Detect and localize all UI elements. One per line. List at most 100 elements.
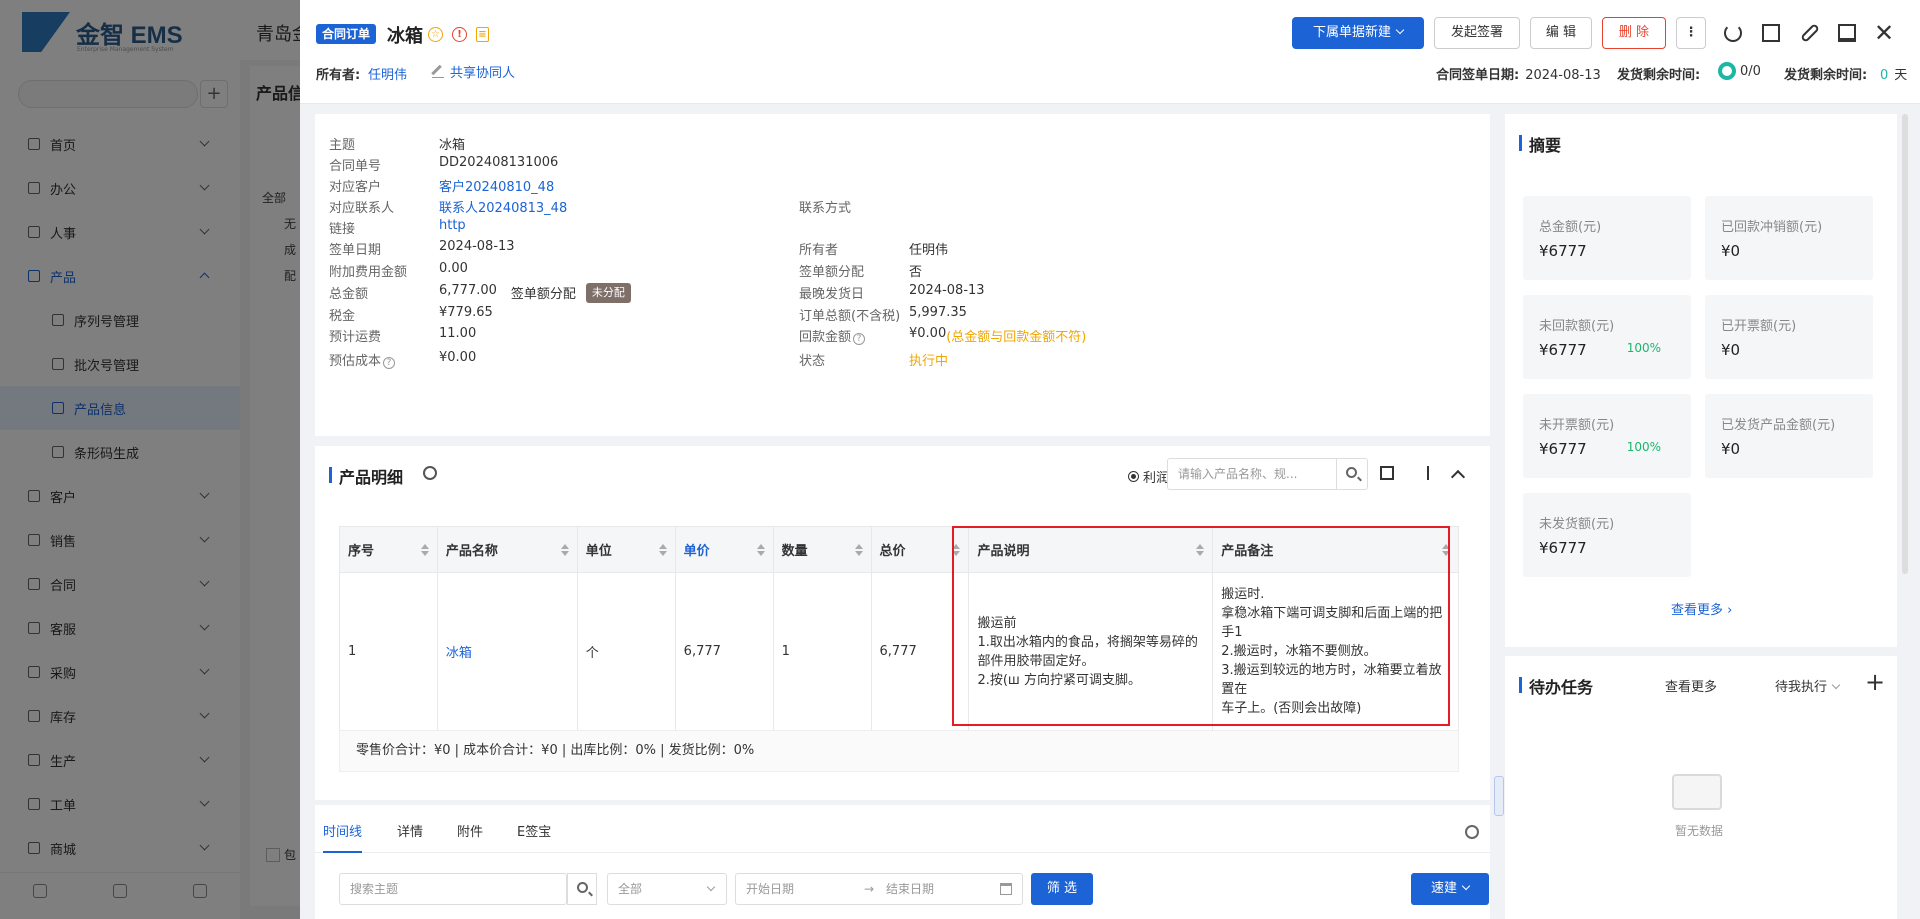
tile-value: ¥0 (1721, 341, 1741, 359)
alert-icon[interactable]: ! (452, 27, 467, 42)
field-label: 最晚发货日 (799, 287, 865, 302)
ship-remaining-days-value: 0天 (1880, 68, 1908, 83)
sort-icon[interactable] (756, 544, 765, 556)
sort-icon[interactable] (560, 544, 569, 556)
todo-filter-select[interactable]: 待我执行 (1775, 676, 1841, 695)
close-icon[interactable]: ✕ (1874, 21, 1894, 45)
scrollbar[interactable] (1902, 114, 1908, 574)
quick-create-button[interactable]: 速建 (1411, 873, 1489, 905)
fullscreen-icon[interactable] (1380, 466, 1394, 480)
sort-icon[interactable] (854, 544, 863, 556)
profit-radio[interactable]: 利润 (1128, 467, 1169, 486)
column-header[interactable]: 产品名称 (436, 526, 578, 573)
date-range-picker[interactable]: 开始日期 → 结束日期 (735, 873, 1023, 905)
gear-icon[interactable] (1465, 825, 1479, 839)
field-label: 链接 (329, 222, 356, 237)
tile-label: 已发货产品金额(元) (1721, 418, 1836, 433)
tile-label: 已开票额(元) (1721, 319, 1797, 334)
field-label: 签单额分配 (799, 265, 865, 280)
info-field: 订单总额(不含税) 5,997.35 (799, 305, 967, 324)
filter-button[interactable]: 筛 选 (1031, 873, 1093, 905)
column-header[interactable]: 单位 (576, 526, 676, 573)
cell-total: 6,777 (870, 572, 970, 731)
field-value: 执行中 (909, 354, 949, 369)
ship-remaining-days-label: 发货剩余时间: (1784, 68, 1868, 83)
column-header[interactable]: 产品备注 (1212, 526, 1459, 573)
info-field: 总金额 6,777.00 签单额分配 未分配 (329, 283, 631, 303)
activity-tab[interactable]: E签宝 (517, 821, 551, 840)
delete-button[interactable]: 删 除 (1602, 17, 1666, 49)
timeline-search-input[interactable]: 搜索主题 (339, 873, 567, 905)
column-header[interactable]: 产品说明 (968, 526, 1214, 573)
timeline-type-select[interactable]: 全部 (607, 873, 727, 905)
summary-tile: 已开票额(元) ¥0 (1705, 295, 1873, 379)
activity-tabs: 时间线 详情 附件 E签宝 (315, 805, 1490, 853)
column-header[interactable]: 总价 (870, 526, 970, 573)
link-icon[interactable] (1800, 23, 1820, 43)
sort-icon[interactable] (952, 544, 961, 556)
side-panel-toggle[interactable] (1494, 776, 1504, 816)
collapse-up-icon[interactable] (1450, 469, 1466, 485)
field-value[interactable]: 客户20240810_48 (439, 176, 554, 195)
info-field: 主题 冰箱 (329, 134, 465, 153)
field-value: 0.00 (439, 261, 468, 276)
owner-value[interactable]: 任明伟 (368, 64, 407, 83)
help-icon[interactable]: ? (853, 333, 866, 345)
share-collaborators-link[interactable]: 共享协同人 (432, 62, 515, 81)
help-icon[interactable]: ? (383, 357, 396, 369)
summary-tile: 总金额(元) ¥6777 (1523, 196, 1691, 280)
info-field: 合同单号 DD202408131006 (329, 155, 558, 174)
follow-icon[interactable]: ☆ (428, 27, 443, 42)
edit-button[interactable]: 编 辑 (1530, 17, 1592, 49)
column-header[interactable]: 序号 (339, 526, 438, 573)
monitor-icon[interactable] (1838, 24, 1856, 42)
activity-tab[interactable]: 详情 (397, 821, 423, 840)
summary-tile: 已回款冲销额(元) ¥0 (1705, 196, 1873, 280)
row-height-icon[interactable] (1427, 466, 1429, 480)
initiate-signing-button[interactable]: 发起签署 (1434, 17, 1520, 49)
summary-card: 摘要 查看更多 › 总金额(元) ¥6777 已回款冲销额(元) ¥0 未回款额(元) ¥… (1505, 114, 1897, 647)
field-label: 所有者 (799, 243, 839, 258)
start-date[interactable]: 开始日期 (746, 874, 794, 904)
field-label: 预计运费 (329, 330, 382, 345)
info-field: 回款金额? ¥0.00 (总金额与回款金额不符) (799, 326, 1086, 345)
activity-tab[interactable]: 时间线 (323, 821, 363, 853)
field-value: 2024-08-13 (909, 283, 985, 298)
tile-percent: 100% (1626, 341, 1661, 355)
product-search-input[interactable]: 请输入产品名称、规... (1167, 458, 1337, 490)
sort-icon[interactable] (658, 544, 667, 556)
fullscreen-icon[interactable] (1762, 24, 1780, 42)
add-task-button[interactable]: + (1865, 668, 1885, 696)
activity-tab[interactable]: 附件 (457, 821, 483, 840)
end-date[interactable]: 结束日期 (886, 874, 934, 904)
cell-unit: 个 (576, 572, 676, 731)
more-options-button[interactable]: ⋮ (1676, 17, 1706, 49)
sort-icon[interactable] (420, 544, 429, 556)
timeline-search-button[interactable] (567, 873, 597, 905)
note-icon[interactable]: ≡ (476, 27, 489, 42)
todo-see-more-link[interactable]: 查看更多 (1665, 676, 1717, 695)
table-row[interactable]: 1 冰箱个 6,777 1 6,777 搬运前 1.取出冰箱内的食品，将搁架等易碎的部件用胶… (339, 572, 1459, 731)
refresh-icon[interactable] (1724, 24, 1742, 42)
column-header[interactable]: 数量 (772, 526, 872, 573)
search-icon (1346, 467, 1357, 478)
sort-icon[interactable] (1196, 544, 1205, 556)
mismatch-note: (总金额与回款金额不符) (946, 330, 1087, 345)
chevron-down-icon (706, 882, 716, 892)
search-icon (577, 882, 588, 893)
column-header[interactable]: 单价 (674, 526, 774, 573)
sub-document-new-button[interactable]: 下属单据新建 (1292, 17, 1424, 49)
product-search-button[interactable] (1336, 458, 1368, 490)
tile-value: ¥6777 (1539, 539, 1587, 557)
cell-name[interactable]: 冰箱 (436, 572, 578, 731)
field-value[interactable]: http (439, 218, 466, 237)
summary-see-more-link[interactable]: 查看更多 › (1671, 599, 1732, 618)
sort-icon[interactable] (1442, 544, 1450, 556)
field-value[interactable]: 联系人20240813_48 (439, 197, 567, 216)
field-label: 对应联系人 (329, 201, 395, 216)
gear-icon[interactable] (423, 466, 437, 480)
cell-remark: 搬运时. 拿稳冰箱下端可调支脚和后面上端的把手1 2.搬运时，冰箱不要侧放。 3.搬运… (1212, 572, 1459, 731)
info-field: 联系方式 (799, 197, 909, 216)
field-label: 回款金额? (799, 326, 909, 345)
progress-ring-icon (1718, 62, 1736, 80)
